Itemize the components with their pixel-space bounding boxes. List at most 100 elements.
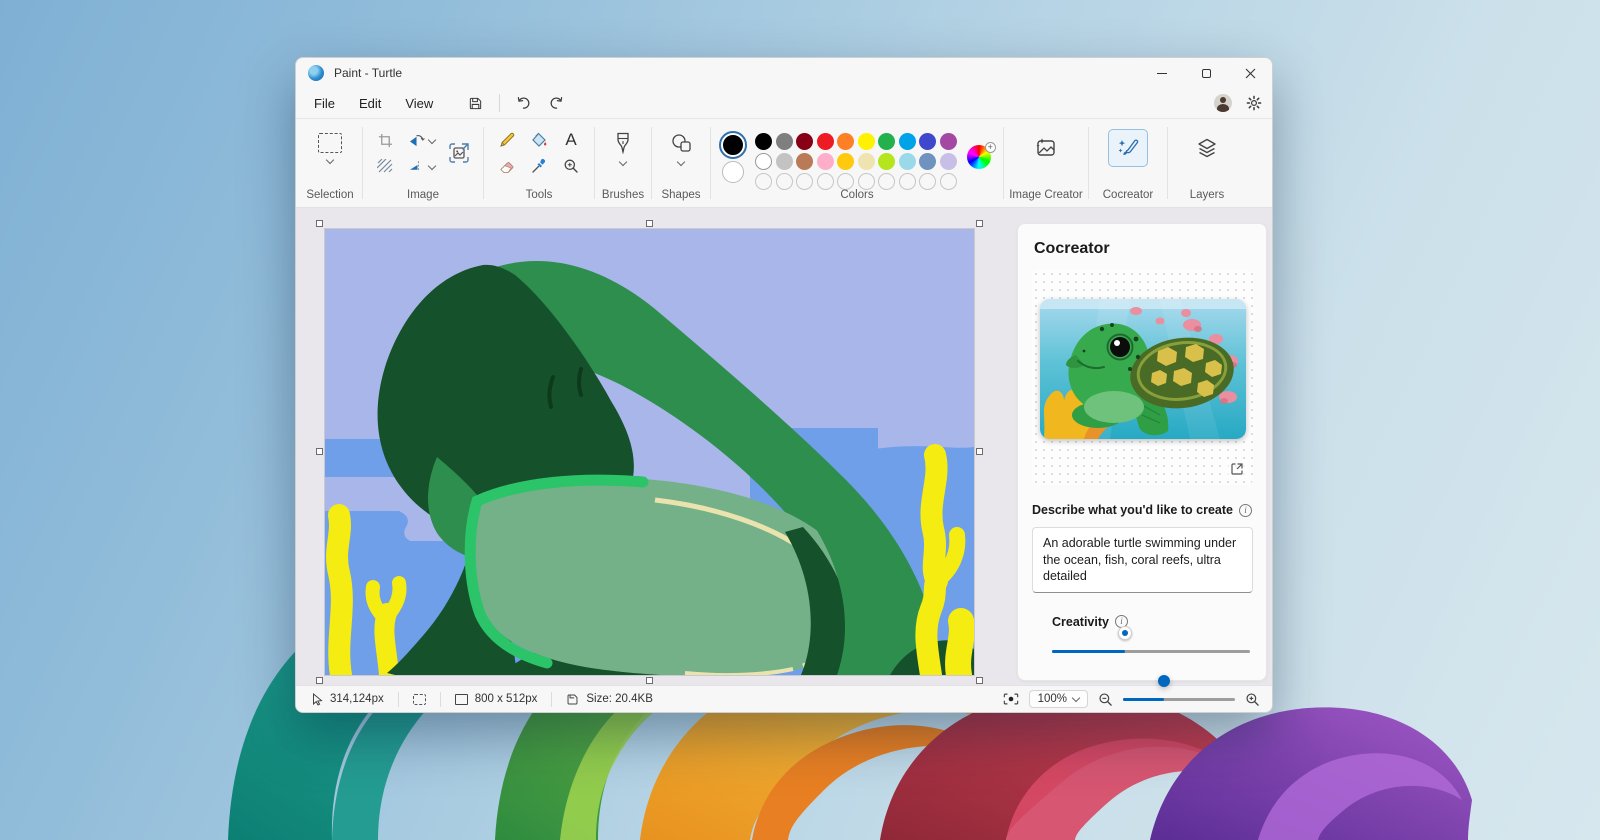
describe-info-icon[interactable]: i (1239, 504, 1252, 517)
zoom-out-button[interactable] (1098, 692, 1113, 707)
empty-color-slot[interactable] (817, 173, 834, 190)
empty-color-slot[interactable] (755, 173, 772, 190)
selection-handle[interactable] (976, 220, 983, 227)
color-swatch[interactable] (837, 153, 854, 170)
generated-image-thumbnail[interactable] (1040, 299, 1246, 439)
magnifier-tool-button[interactable] (557, 154, 585, 178)
fit-to-screen-button[interactable] (1003, 692, 1019, 706)
eraser-tool-button[interactable] (493, 154, 521, 178)
pencil-tool-button[interactable] (493, 128, 521, 152)
status-bar: 314,124px 800 x 512px Size: 20.4KB 10 (296, 685, 1272, 712)
color-palette-custom-empty (755, 173, 957, 190)
crop-button[interactable] (371, 128, 399, 152)
color-swatch[interactable] (837, 133, 854, 150)
color-swatch[interactable] (878, 153, 895, 170)
menu-file[interactable]: File (302, 92, 347, 115)
color-swatch[interactable] (817, 153, 834, 170)
ribbon-toolbar: Selection (296, 118, 1272, 208)
selection-handle[interactable] (976, 448, 983, 455)
brushes-button[interactable] (609, 129, 637, 157)
selection-handle[interactable] (316, 677, 323, 684)
color-swatch[interactable] (878, 133, 895, 150)
color-swatch[interactable] (755, 133, 772, 150)
zoom-slider-thumb[interactable] (1158, 675, 1170, 687)
prompt-input[interactable]: An adorable turtle swimming under the oc… (1032, 527, 1253, 593)
selection-tool-button[interactable] (316, 131, 344, 155)
zoom-slider[interactable] (1123, 692, 1235, 706)
shapes-dropdown-chevron-icon[interactable] (677, 158, 685, 166)
undo-button[interactable] (510, 92, 538, 114)
color-swatch[interactable] (817, 133, 834, 150)
resize-image-icon (447, 141, 471, 165)
image-options-button[interactable] (441, 136, 477, 170)
maximize-button[interactable] (1184, 58, 1228, 88)
selection-handle[interactable] (646, 677, 653, 684)
empty-color-slot[interactable] (940, 173, 957, 190)
section-tools: A (484, 119, 594, 207)
color-swatch[interactable] (776, 153, 793, 170)
creativity-slider[interactable] (1052, 643, 1250, 659)
drawing-canvas[interactable] (325, 229, 974, 675)
rotate-button[interactable] (407, 128, 435, 152)
primary-color-swatch[interactable] (721, 133, 745, 157)
color-swatch[interactable] (899, 153, 916, 170)
color-swatch[interactable] (796, 133, 813, 150)
empty-color-slot[interactable] (837, 173, 854, 190)
secondary-color-swatch[interactable] (722, 161, 744, 183)
fill-tool-button[interactable] (525, 128, 553, 152)
menu-view[interactable]: View (393, 92, 445, 115)
color-swatch[interactable] (940, 133, 957, 150)
color-swatch[interactable] (755, 153, 772, 170)
selection-handle[interactable] (646, 220, 653, 227)
color-swatch[interactable] (858, 153, 875, 170)
color-swatch[interactable] (796, 153, 813, 170)
close-button[interactable] (1228, 58, 1272, 88)
settings-gear-icon[interactable] (1246, 95, 1262, 111)
color-picker-tool-button[interactable] (525, 154, 553, 178)
minimize-button[interactable] (1140, 58, 1184, 88)
redo-button[interactable] (542, 92, 570, 114)
cocreator-button[interactable] (1108, 129, 1148, 167)
selection-dropdown-chevron-icon[interactable] (326, 156, 334, 164)
account-avatar[interactable] (1214, 94, 1232, 112)
color-swatch[interactable] (899, 133, 916, 150)
empty-color-slot[interactable] (899, 173, 916, 190)
expand-preview-button[interactable] (1227, 459, 1247, 479)
section-label: Cocreator (1103, 189, 1154, 201)
layers-button[interactable] (1187, 129, 1227, 167)
fill-bucket-icon (531, 132, 548, 148)
transparency-pattern-button[interactable] (371, 154, 399, 178)
zoom-level-dropdown[interactable]: 100% (1029, 690, 1088, 708)
save-button[interactable] (461, 92, 489, 114)
turtle-drawing[interactable] (325, 229, 974, 675)
color-swatch[interactable] (919, 133, 936, 150)
ai-turtle-preview (1040, 299, 1246, 439)
empty-color-slot[interactable] (919, 173, 936, 190)
color-swatch[interactable] (940, 153, 957, 170)
selection-handle[interactable] (316, 448, 323, 455)
creativity-slider-thumb[interactable] (1118, 626, 1132, 640)
save-icon (468, 96, 483, 111)
empty-color-slot[interactable] (776, 173, 793, 190)
shapes-button[interactable] (667, 129, 695, 157)
zoom-in-button[interactable] (1245, 692, 1260, 707)
brushes-dropdown-chevron-icon[interactable] (619, 158, 627, 166)
color-swatch[interactable] (858, 133, 875, 150)
color-swatch[interactable] (776, 133, 793, 150)
add-color-plus-icon: + (985, 142, 996, 153)
menu-edit[interactable]: Edit (347, 92, 393, 115)
edit-colors-button[interactable]: + (967, 145, 993, 171)
title-bar[interactable]: Paint - Turtle (296, 58, 1272, 88)
empty-color-slot[interactable] (878, 173, 895, 190)
selection-handle[interactable] (976, 677, 983, 684)
empty-color-slot[interactable] (796, 173, 813, 190)
flip-button[interactable] (407, 154, 435, 178)
cocreator-brush-sparkle-icon (1116, 136, 1140, 160)
workspace: Cocreator (296, 208, 1272, 685)
image-creator-button[interactable] (1026, 129, 1066, 167)
color-swatch[interactable] (919, 153, 936, 170)
selection-handle[interactable] (316, 220, 323, 227)
flip-dropdown-chevron-icon (427, 162, 435, 170)
text-tool-button[interactable]: A (557, 128, 585, 152)
empty-color-slot[interactable] (858, 173, 875, 190)
